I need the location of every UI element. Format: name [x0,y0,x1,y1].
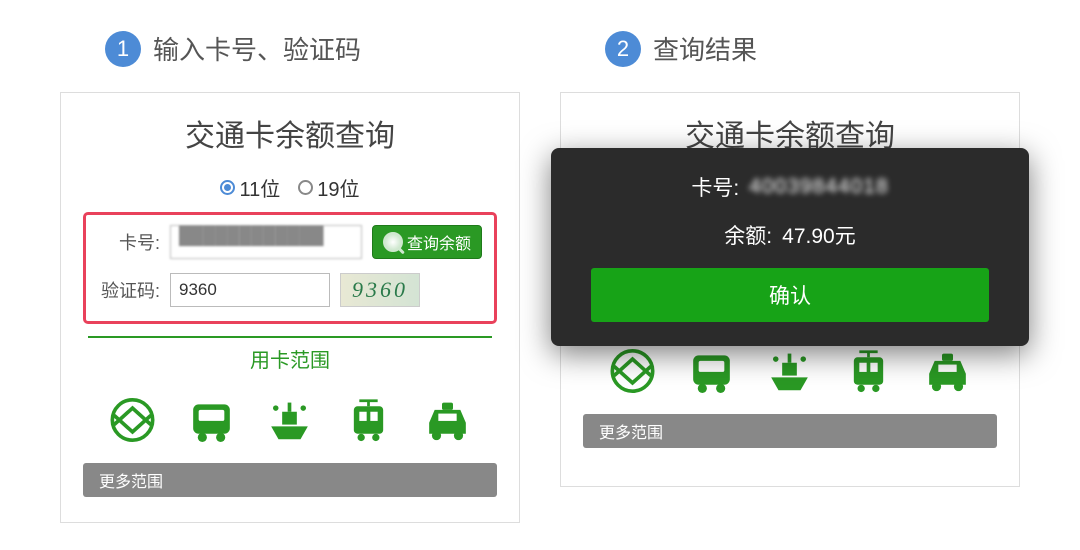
metro-icon [605,346,660,396]
ferry-icon [762,346,817,396]
ferry-icon [262,395,317,445]
card-length-radios: 11位 19位 [83,173,497,202]
captcha-label: 验证码: [98,277,160,303]
taxi-icon [920,346,975,396]
scope-divider: 用卡范围 [88,336,492,373]
query-panel-step2: 交通卡余额查询 卡号: 40039844018 查询余额 验证码: 9360 0… [560,92,1020,487]
step2-header: 2 查询结果 [605,30,1020,67]
modal-card-label: 卡号: [691,172,739,202]
taxi-icon [420,395,475,445]
card-number-input[interactable]: ████████████ [170,225,362,259]
more-scope-button[interactable]: 更多范围 [83,463,497,497]
metro-icon [105,395,160,445]
radio-checked-icon [220,180,235,195]
step1-number-badge: 1 [105,31,141,67]
result-modal: 卡号: 40039844018 余额: 47.90元 确认 [551,148,1029,346]
panel-title: 交通卡余额查询 [83,111,497,155]
step1-header: 1 输入卡号、验证码 [105,30,520,67]
more-scope-button[interactable]: 更多范围 [583,414,997,448]
card-number-label: 卡号: [98,229,160,255]
input-highlight-box: 卡号: ████████████ 查询余额 验证码: 9360 [83,212,497,324]
radio-unchecked-icon [298,180,313,195]
step2-number-badge: 2 [605,31,641,67]
scope-label: 用卡范围 [250,350,330,372]
query-balance-button[interactable]: 查询余额 [372,225,482,259]
transport-icons-row [93,395,487,445]
captcha-input[interactable] [170,273,330,307]
bus-icon [184,395,239,445]
transport-icons-row [593,346,987,396]
step1-title: 输入卡号、验证码 [153,30,361,67]
radio-19digit[interactable]: 19位 [298,173,359,202]
step2-title: 查询结果 [653,30,757,67]
radio-11digit[interactable]: 11位 [220,173,280,202]
bus-icon [684,346,739,396]
tram-icon [341,395,396,445]
query-panel-step1: 交通卡余额查询 11位 19位 卡号: ████████████ 查询余额 验证… [60,92,520,523]
modal-confirm-button[interactable]: 确认 [591,268,989,322]
search-icon [383,232,403,252]
captcha-image[interactable]: 9360 [340,273,420,307]
modal-card-value: 40039844018 [749,175,888,199]
modal-balance-value: 47.90元 [782,220,856,250]
modal-balance-label: 余额: [724,220,772,250]
tram-icon [841,346,896,396]
